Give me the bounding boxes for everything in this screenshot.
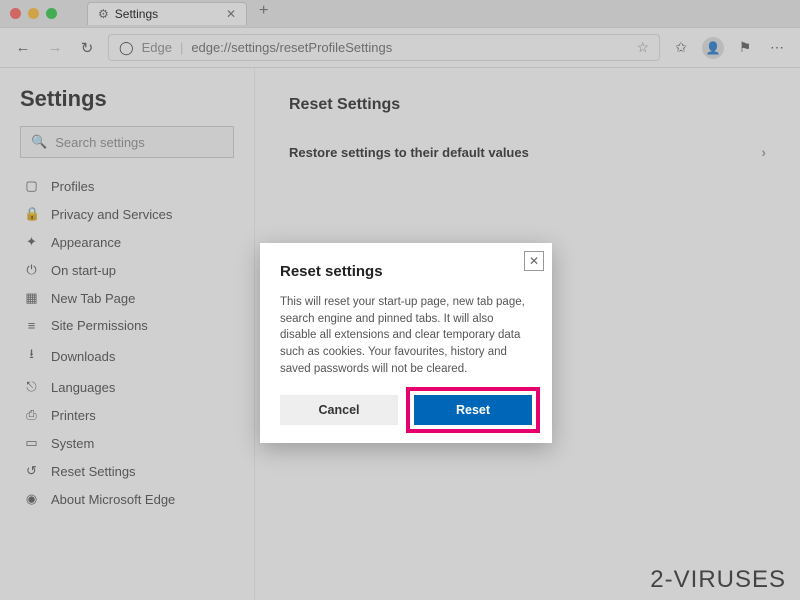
- reset-button[interactable]: Reset: [414, 395, 532, 425]
- cancel-button[interactable]: Cancel: [280, 395, 398, 425]
- dialog-body: This will reset your start-up page, new …: [280, 294, 532, 377]
- dialog-button-row: Cancel Reset: [280, 395, 532, 425]
- reset-button-highlight: Reset: [406, 387, 540, 433]
- dialog-title: Reset settings: [280, 263, 532, 280]
- watermark: 2-VIRUSES: [650, 566, 786, 594]
- reset-settings-dialog: ✕ Reset settings This will reset your st…: [260, 243, 552, 443]
- dialog-close-button[interactable]: ✕: [524, 251, 544, 271]
